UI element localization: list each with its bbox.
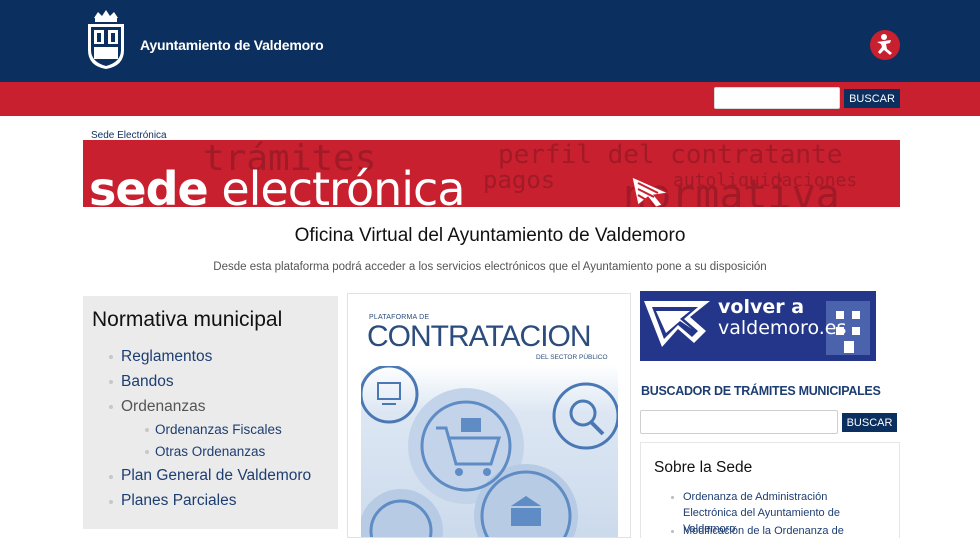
contratacion-title: CONTRATACION	[367, 320, 592, 353]
normativa-link-bandos[interactable]: Bandos	[121, 373, 174, 391]
sede-electronica-banner: trámites perfil del contratante autoliqu…	[83, 140, 900, 207]
bullet	[671, 530, 674, 533]
coat-of-arms-logo[interactable]	[86, 10, 126, 70]
banner-bg-word: pagos	[483, 166, 556, 194]
bullet	[109, 475, 113, 479]
normativa-link-plan-general[interactable]: Plan General de Valdemoro	[121, 467, 311, 485]
normativa-link-ordenanzas[interactable]: Ordenanzas	[121, 398, 205, 416]
buscador-tramites-title: BUSCADOR DE TRÁMITES MUNICIPALES	[641, 384, 881, 398]
sobre-la-sede-panel: Sobre la Sede Ordenanza de Administració…	[640, 442, 900, 552]
plataforma-contratacion-banner[interactable]: PLATAFORMA DE CONTRATACION DEL SECTOR PÚ…	[347, 293, 631, 538]
normativa-link-otras-ordenanzas[interactable]: Otras Ordenanzas	[155, 444, 265, 459]
header-search-button[interactable]: BUSCAR	[844, 89, 900, 108]
volver-valdemoro-banner[interactable]: volver a valdemoro.es	[640, 291, 876, 361]
bullet	[109, 405, 113, 409]
cursor-arrow-icon	[631, 176, 670, 207]
contratacion-illustration	[361, 366, 618, 537]
tramites-search-button[interactable]: BUSCAR	[842, 413, 897, 432]
sobre-link-modificacion[interactable]: Modificación de la Ordenanza de	[683, 523, 883, 539]
normativa-title: Normativa municipal	[92, 308, 283, 331]
normativa-municipal-panel: Normativa municipal Reglamentos Bandos O…	[83, 296, 338, 529]
sobre-title: Sobre la Sede	[654, 459, 753, 476]
normativa-link-reglamentos[interactable]: Reglamentos	[121, 348, 212, 366]
page-subtitle: Desde esta plataforma podrá acceder a lo…	[213, 261, 767, 273]
page-title: Oficina Virtual del Ayuntamiento de Vald…	[294, 225, 686, 246]
bullet	[145, 450, 149, 454]
banner-title: sede electrónica	[89, 162, 466, 207]
normativa-link-ordenanzas-fiscales[interactable]: Ordenanzas Fiscales	[155, 422, 282, 437]
bullet	[109, 380, 113, 384]
bullet	[109, 500, 113, 504]
accessibility-icon[interactable]	[869, 29, 901, 61]
contratacion-image[interactable]: PLATAFORMA DE CONTRATACION DEL SECTOR PÚ…	[361, 306, 618, 537]
volver-line1: volver a	[718, 296, 805, 318]
tramites-search-input[interactable]	[640, 410, 838, 434]
normativa-link-planes-parciales[interactable]: Planes Parciales	[121, 492, 236, 510]
bullet	[145, 428, 149, 432]
volver-line2: valdemoro.es	[718, 317, 847, 339]
bullet	[671, 496, 674, 499]
header-search-input[interactable]	[714, 87, 840, 109]
site-header: Ayuntamiento de Valdemoro	[0, 0, 980, 82]
page-bottom-edge	[0, 538, 980, 552]
contratacion-bottom-text: DEL SECTOR PÚBLICO	[536, 354, 608, 361]
bullet	[109, 355, 113, 359]
site-name[interactable]: Ayuntamiento de Valdemoro	[140, 37, 324, 53]
